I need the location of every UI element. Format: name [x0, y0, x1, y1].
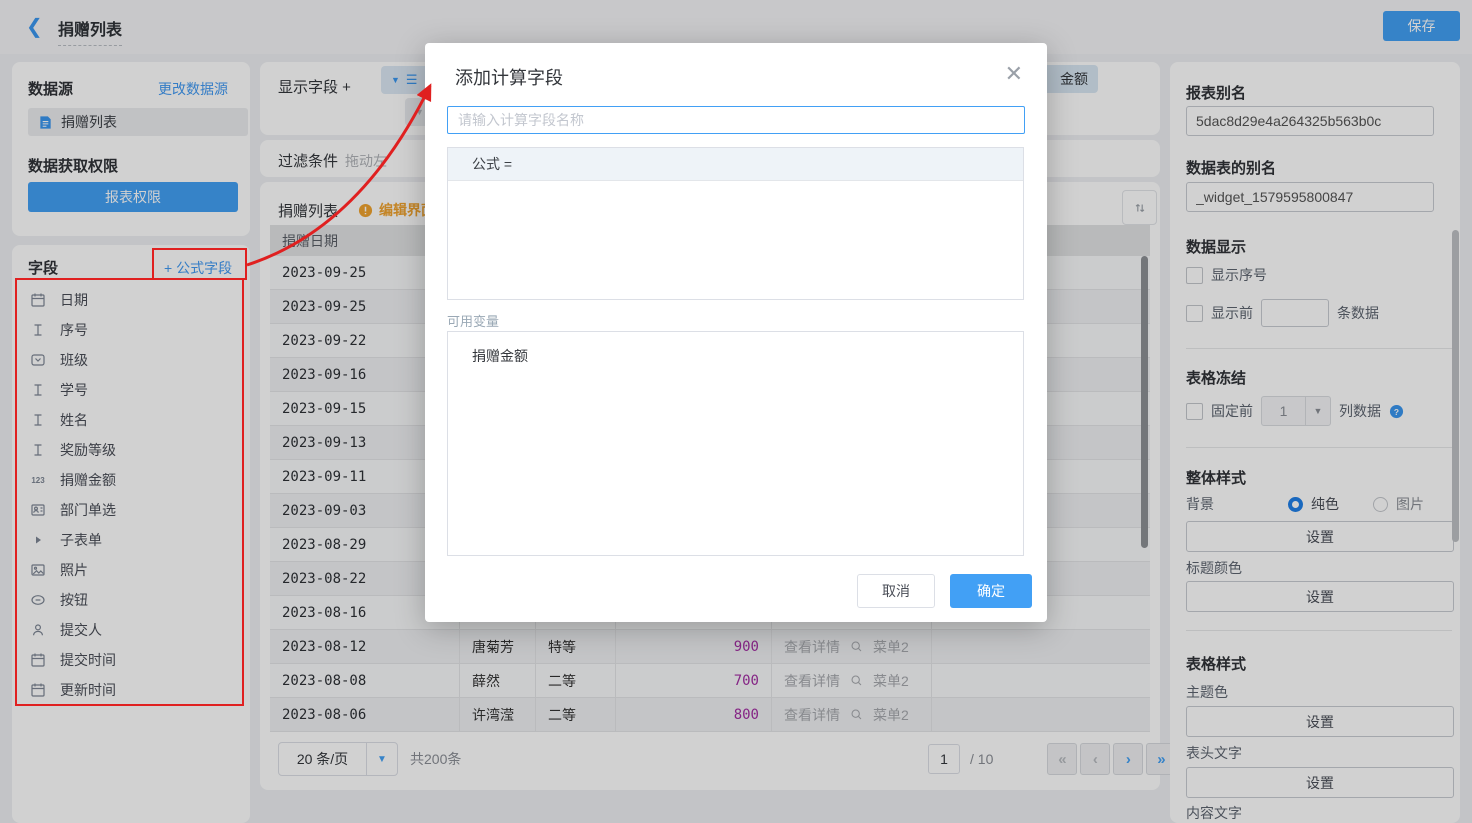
calc-field-name-input[interactable] [447, 106, 1025, 134]
close-icon[interactable]: ✕ [1005, 63, 1023, 85]
variable-item[interactable]: 捐赠金额 [472, 346, 1023, 366]
app-root: ❮ 捐赠列表 保存 数据源 更改数据源 捐赠列表 数据获取权限 报表权限 字段 … [0, 0, 1472, 823]
formula-header: 公式 = [448, 148, 1023, 181]
formula-label: 公式 = [472, 154, 512, 174]
available-vars-label: 可用变量 [447, 311, 499, 330]
add-calc-field-modal: 添加计算字段 ✕ 公式 = 可用变量 捐赠金额 取消 确定 [425, 43, 1047, 622]
variables-box: 捐赠金额 [447, 331, 1024, 556]
modal-title: 添加计算字段 [455, 64, 563, 90]
formula-editor[interactable]: 公式 = [447, 147, 1024, 300]
cancel-button[interactable]: 取消 [857, 574, 935, 608]
confirm-button[interactable]: 确定 [950, 574, 1032, 608]
